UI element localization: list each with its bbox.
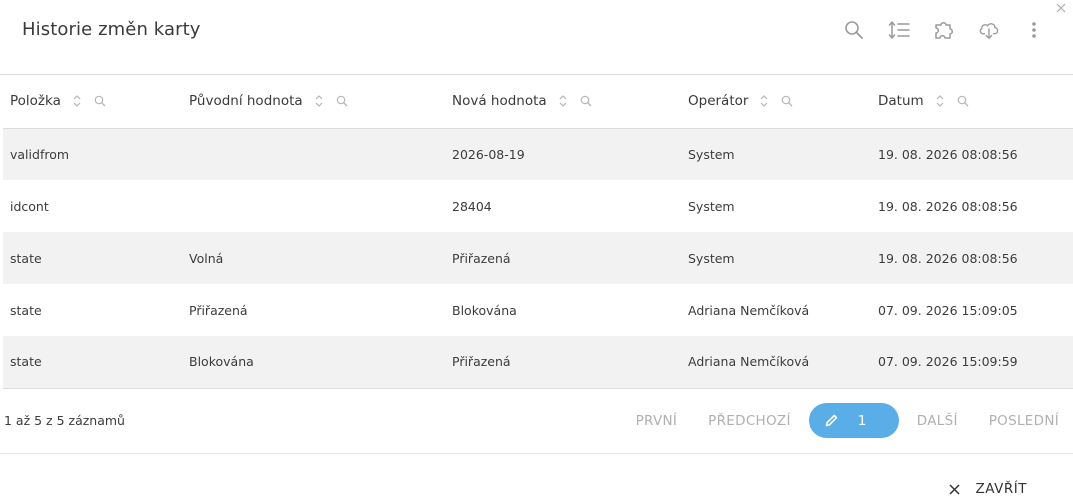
cell-date: 19. 08. 2026 08:08:56 <box>871 232 1073 284</box>
cell-date: 07. 09. 2026 15:09:05 <box>878 302 1018 318</box>
cell-new-value: 28404 <box>452 198 492 214</box>
column-search-icon[interactable] <box>580 95 592 107</box>
table-row[interactable]: state Blokována Přiřazená Adriana Nemčík… <box>3 336 1073 389</box>
dialog-header: Historie změn karty <box>0 0 1073 75</box>
dialog-title: Historie změn karty <box>22 19 201 40</box>
cell-item: validfrom <box>3 128 182 180</box>
cell-original-value: Přiřazená <box>189 302 248 318</box>
cell-original-value <box>182 128 445 180</box>
cell-item: state <box>10 302 42 318</box>
close-button[interactable]: ZAVŘÍT <box>949 481 1027 497</box>
cell-operator: Adriana Nemčíková <box>688 302 810 318</box>
column-header-date: Datum <box>871 75 1073 129</box>
footer-divider <box>0 453 1073 454</box>
column-label: Nová hodnota <box>452 93 547 110</box>
column-header-operator: Operátor <box>681 75 871 129</box>
column-label: Operátor <box>688 93 749 110</box>
cell-item: idcont <box>10 198 49 214</box>
cloud-download-icon[interactable] <box>978 18 1000 42</box>
previous-page-button[interactable]: PŘEDCHOZÍ <box>708 413 791 429</box>
column-label: Původní hodnota <box>189 93 303 110</box>
column-search-icon[interactable] <box>94 95 106 107</box>
cell-original-value: Blokována <box>182 336 445 389</box>
current-page-button[interactable]: 1 <box>808 403 899 438</box>
line-height-icon[interactable] <box>888 18 910 42</box>
card-history-dialog: Historie změn karty Položka Původní hodn… <box>0 0 1073 502</box>
cell-new-value: Přiřazená <box>445 336 681 389</box>
last-page-button[interactable]: POSLEDNÍ <box>989 413 1059 429</box>
close-icon <box>949 483 960 495</box>
column-label: Datum <box>878 93 924 110</box>
cell-new-value: 2026-08-19 <box>445 128 681 180</box>
search-icon[interactable] <box>843 18 865 42</box>
records-info: 1 až 5 z 5 záznamů <box>4 413 125 428</box>
pencil-icon <box>824 413 839 428</box>
column-header-new-value: Nová hodnota <box>445 75 681 129</box>
sort-icon[interactable] <box>559 94 567 108</box>
table-row[interactable]: state Volná Přiřazená System 19. 08. 202… <box>3 232 1073 284</box>
cell-item: state <box>3 336 182 389</box>
cell-item: state <box>3 232 182 284</box>
column-header-original-value: Původní hodnota <box>182 75 445 129</box>
cell-operator: System <box>681 232 871 284</box>
puzzle-icon[interactable] <box>933 18 955 42</box>
more-vertical-icon[interactable] <box>1023 18 1045 42</box>
first-page-button[interactable]: PRVNÍ <box>636 413 678 429</box>
sort-icon[interactable] <box>936 94 944 108</box>
current-page-number: 1 <box>857 412 867 429</box>
cell-new-value: Přiřazená <box>445 232 681 284</box>
cell-operator: System <box>681 128 871 180</box>
close-button-label: ZAVŘÍT <box>975 481 1027 497</box>
cell-operator: Adriana Nemčíková <box>681 336 871 389</box>
cell-date: 07. 09. 2026 15:09:59 <box>871 336 1073 389</box>
cell-date: 19. 08. 2026 08:08:56 <box>871 128 1073 180</box>
cell-original-value: Volná <box>182 232 445 284</box>
cell-original-value <box>182 180 445 232</box>
cell-date: 19. 08. 2026 08:08:56 <box>878 198 1018 214</box>
history-table: Položka Původní hodnota Nová hodnota Ope… <box>3 75 1073 389</box>
sort-icon[interactable] <box>760 94 768 108</box>
sort-icon[interactable] <box>73 94 81 108</box>
table-header-row: Položka Původní hodnota Nová hodnota Ope… <box>3 75 1073 129</box>
table-row[interactable]: idcont 28404 System 19. 08. 2026 08:08:5… <box>3 180 1073 232</box>
pagination: PRVNÍ PŘEDCHOZÍ 1 DALŠÍ POSLEDNÍ <box>636 403 1059 438</box>
column-search-icon[interactable] <box>336 95 348 107</box>
column-search-icon[interactable] <box>781 95 793 107</box>
column-header-item: Položka <box>3 75 182 129</box>
next-page-button[interactable]: DALŠÍ <box>917 413 958 429</box>
table-row[interactable]: validfrom 2026-08-19 System 19. 08. 2026… <box>3 128 1073 180</box>
column-search-icon[interactable] <box>957 95 969 107</box>
sort-icon[interactable] <box>315 94 323 108</box>
toolbar <box>820 18 1045 42</box>
column-label: Položka <box>10 93 61 110</box>
cell-new-value: Blokována <box>452 302 517 318</box>
table-row[interactable]: state Přiřazená Blokována Adriana Nemčík… <box>3 284 1073 336</box>
cell-operator: System <box>688 198 735 214</box>
